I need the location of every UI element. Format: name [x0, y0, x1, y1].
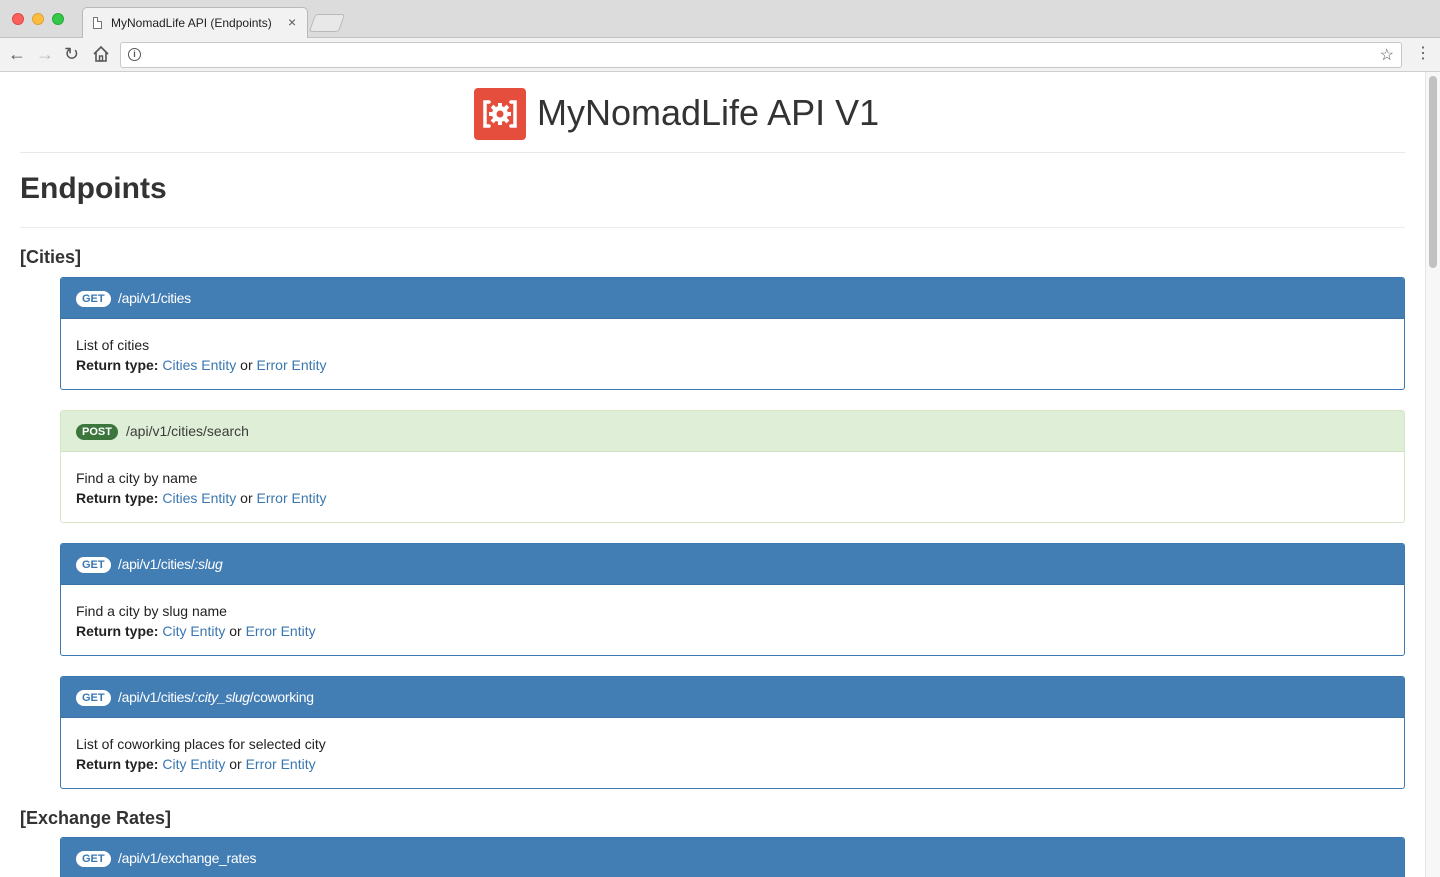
endpoint-path: /api/v1/cities: [118, 290, 191, 306]
return-entity-link[interactable]: Cities Entity: [162, 490, 236, 506]
api-header: MyNomadLife API V1: [20, 72, 1405, 153]
return-type-label: Return type:: [76, 623, 159, 639]
browser-menu-icon[interactable]: ⋮: [1415, 44, 1431, 64]
endpoint-header[interactable]: POST /api/v1/cities/search: [61, 411, 1404, 452]
return-type: Return type: Cities Entity or Error Enti…: [76, 488, 1389, 508]
endpoint-path: /api/v1/cities/search: [126, 423, 249, 439]
return-entity-link[interactable]: City Entity: [162, 623, 225, 639]
forward-arrow-icon[interactable]: →: [36, 43, 54, 65]
tab-close-icon[interactable]: ×: [288, 14, 296, 30]
tab-title: MyNomadLife API (Endpoints): [111, 16, 272, 30]
return-or-text: or: [240, 490, 253, 506]
page-scrollbar[interactable]: [1425, 72, 1440, 877]
return-entity-link[interactable]: City Entity: [162, 756, 225, 772]
browser-toolbar: ← → ↻ i ☆ ⋮: [0, 38, 1440, 72]
window-maximize-button[interactable]: [52, 13, 64, 25]
endpoint-header[interactable]: GET /api/v1/cities/:city_slug/coworking: [61, 677, 1404, 718]
browser-titlebar: MyNomadLife API (Endpoints) ×: [0, 0, 1440, 38]
endpoint-card: GET /api/v1/cities/:slug Find a city by …: [60, 543, 1405, 656]
endpoint-body: Find a city by slug name Return type: Ci…: [61, 585, 1404, 641]
method-badge: GET: [76, 557, 111, 573]
return-or-text: or: [229, 756, 242, 772]
return-or-text: or: [229, 623, 242, 639]
endpoint-header[interactable]: GET /api/v1/cities: [61, 278, 1404, 319]
error-entity-link[interactable]: Error Entity: [246, 756, 316, 772]
app-title: MyNomadLife API V1: [537, 92, 880, 133]
address-bar[interactable]: i ☆: [120, 42, 1402, 68]
back-arrow-icon[interactable]: ←: [8, 43, 26, 65]
bookmark-star-icon[interactable]: ☆: [1380, 45, 1394, 65]
scrollbar-thumb[interactable]: [1429, 76, 1437, 268]
return-type-label: Return type:: [76, 756, 159, 772]
endpoint-description: List of coworking places for selected ci…: [76, 736, 326, 752]
endpoint-header[interactable]: GET /api/v1/cities/:slug: [61, 544, 1404, 585]
endpoint-description: Find a city by slug name: [76, 603, 227, 619]
browser-tab-active[interactable]: MyNomadLife API (Endpoints) ×: [82, 7, 308, 38]
reload-icon[interactable]: ↻: [64, 43, 79, 65]
endpoint-card: GET /api/v1/cities/:city_slug/coworking …: [60, 676, 1405, 789]
endpoint-description: List of cities: [76, 337, 150, 353]
divider: [20, 227, 1405, 228]
return-or-text: or: [240, 357, 253, 373]
return-type: Return type: Cities Entity or Error Enti…: [76, 355, 1389, 375]
endpoint-body: List of coworking places for selected ci…: [61, 718, 1404, 774]
return-type-label: Return type:: [76, 357, 159, 373]
endpoint-header[interactable]: GET /api/v1/exchange_rates: [61, 838, 1404, 877]
endpoint-description: Find a city by name: [76, 470, 198, 486]
method-badge: GET: [76, 291, 111, 307]
endpoint-path: /api/v1/cities/:slug: [118, 556, 223, 572]
section-title-exchange-rates: [Exchange Rates]: [20, 808, 172, 828]
endpoint-body: List of cities Return type: Cities Entit…: [61, 319, 1404, 375]
endpoint-path: /api/v1/cities/:city_slug/coworking: [118, 689, 314, 705]
page-icon: [93, 17, 102, 29]
error-entity-link[interactable]: Error Entity: [246, 623, 316, 639]
endpoint-card: GET /api/v1/cities List of cities Return…: [60, 277, 1405, 390]
page-viewport: MyNomadLife API V1 Endpoints [Cities] GE…: [0, 72, 1425, 877]
method-badge: POST: [76, 424, 118, 440]
new-tab-button[interactable]: [308, 14, 346, 32]
return-type-label: Return type:: [76, 490, 159, 506]
endpoint-path: /api/v1/exchange_rates: [118, 850, 257, 866]
return-type: Return type: City Entity or Error Entity: [76, 754, 1389, 774]
section-title-cities: [Cities]: [20, 247, 82, 267]
method-badge: GET: [76, 690, 111, 706]
window-minimize-button[interactable]: [32, 13, 44, 25]
api-logo-icon: [474, 88, 526, 140]
page-title: Endpoints: [20, 172, 167, 205]
return-entity-link[interactable]: Cities Entity: [162, 357, 236, 373]
endpoint-card: POST /api/v1/cities/search Find a city b…: [60, 410, 1405, 523]
endpoint-card: GET /api/v1/exchange_rates: [60, 837, 1405, 877]
return-type: Return type: City Entity or Error Entity: [76, 621, 1389, 641]
window-close-button[interactable]: [12, 13, 24, 25]
endpoint-body: Find a city by name Return type: Cities …: [61, 452, 1404, 508]
home-icon[interactable]: [92, 43, 110, 68]
error-entity-link[interactable]: Error Entity: [257, 357, 327, 373]
error-entity-link[interactable]: Error Entity: [257, 490, 327, 506]
method-badge: GET: [76, 851, 111, 867]
info-icon[interactable]: i: [128, 48, 141, 61]
